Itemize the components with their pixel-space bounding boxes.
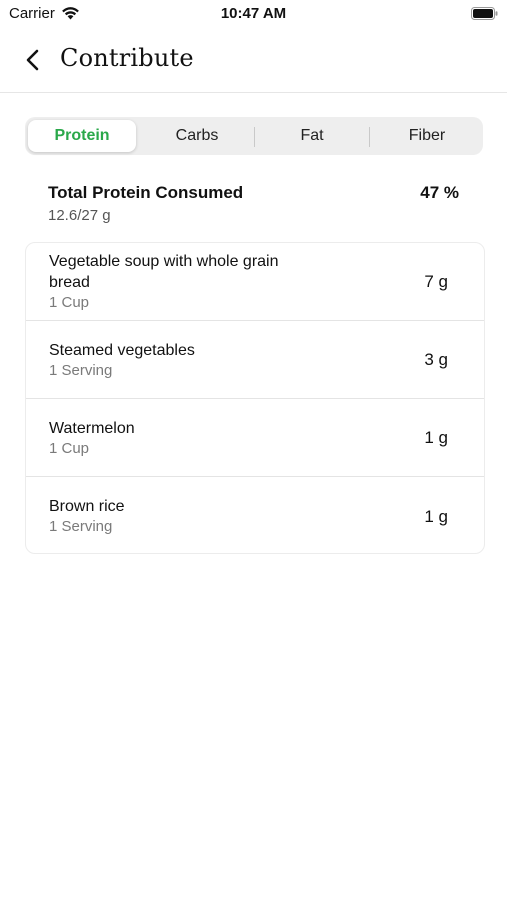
tab-separator	[254, 127, 255, 147]
food-name: Vegetable soup with whole grain bread	[49, 253, 279, 291]
tab-fiber[interactable]: Fiber	[373, 120, 481, 152]
summary-title: Total Protein Consumed	[48, 183, 244, 202]
battery-icon	[471, 7, 498, 20]
navigation-bar: Contribute	[0, 40, 507, 92]
food-serving: 1 Cup	[49, 440, 90, 457]
tab-protein[interactable]: Protein	[28, 120, 136, 152]
food-serving: 1 Cup	[49, 294, 90, 311]
food-amount: 3 g	[424, 350, 448, 369]
list-item[interactable]: Steamed vegetables 1 Serving 3 g	[26, 320, 484, 399]
list-item[interactable]: Watermelon 1 Cup 1 g	[26, 398, 484, 477]
tab-separator	[369, 127, 370, 147]
back-button[interactable]	[22, 46, 46, 74]
food-serving: 1 Serving	[49, 362, 113, 379]
nutrient-tabs: Protein Carbs Fat Fiber	[25, 117, 483, 155]
page-title: Contribute	[60, 44, 194, 72]
status-bar: Carrier 10:47 AM	[0, 0, 507, 28]
food-serving: 1 Serving	[49, 518, 113, 535]
food-name: Watermelon	[49, 420, 135, 437]
clock-label: 10:47 AM	[220, 5, 287, 22]
list-item[interactable]: Vegetable soup with whole grain bread 1 …	[26, 243, 484, 321]
food-list: Vegetable soup with whole grain bread 1 …	[25, 242, 485, 554]
food-name: Brown rice	[49, 498, 125, 515]
food-amount: 1 g	[424, 507, 448, 526]
list-item[interactable]: Brown rice 1 Serving 1 g	[26, 476, 484, 553]
nav-divider	[0, 92, 507, 93]
chevron-left-icon	[26, 49, 39, 71]
food-name: Steamed vegetables	[49, 342, 195, 359]
summary-percent: 47 %	[420, 183, 459, 202]
tab-carbs[interactable]: Carbs	[143, 120, 251, 152]
summary-progress: 12.6/27 g	[48, 207, 111, 224]
food-amount: 1 g	[424, 428, 448, 447]
food-amount: 7 g	[424, 272, 448, 291]
tab-fat[interactable]: Fat	[258, 120, 366, 152]
